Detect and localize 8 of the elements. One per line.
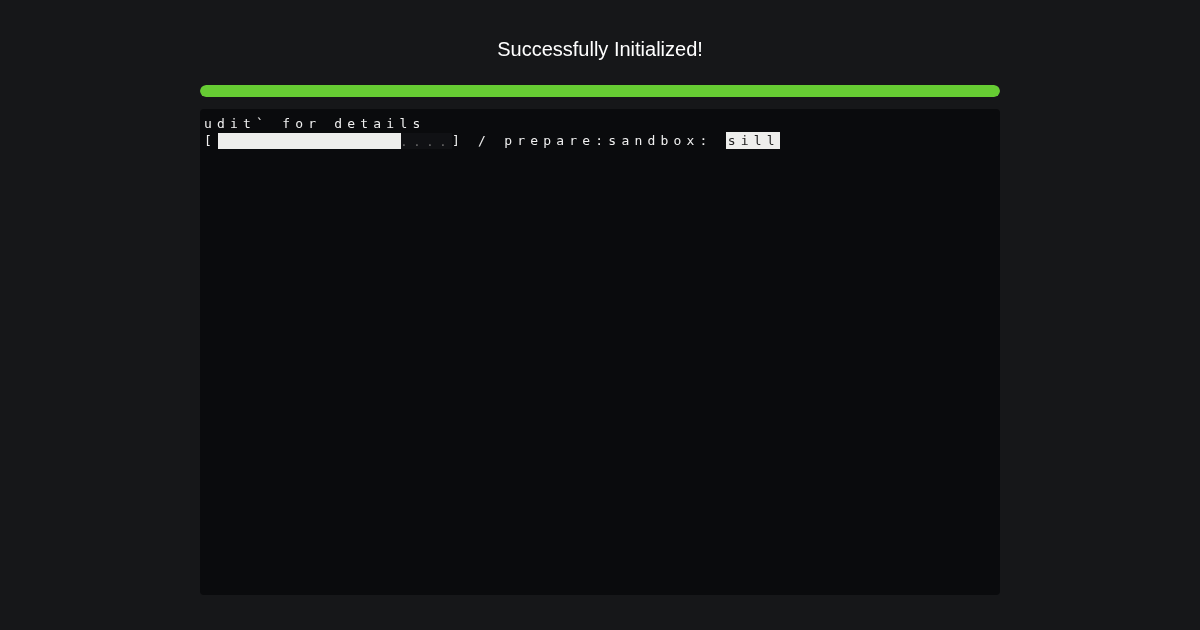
terminal-line: udit` for details: [204, 115, 426, 132]
task-text: prepare:sandbox:: [504, 132, 713, 149]
bracket-text: ]: [452, 132, 466, 149]
progress-dots: ....: [399, 132, 453, 149]
spinner-text: /: [478, 132, 492, 149]
status-title: Successfully Initialized!: [497, 37, 703, 62]
bracket-text: [: [204, 132, 218, 149]
log-level-text: sill: [725, 132, 780, 149]
